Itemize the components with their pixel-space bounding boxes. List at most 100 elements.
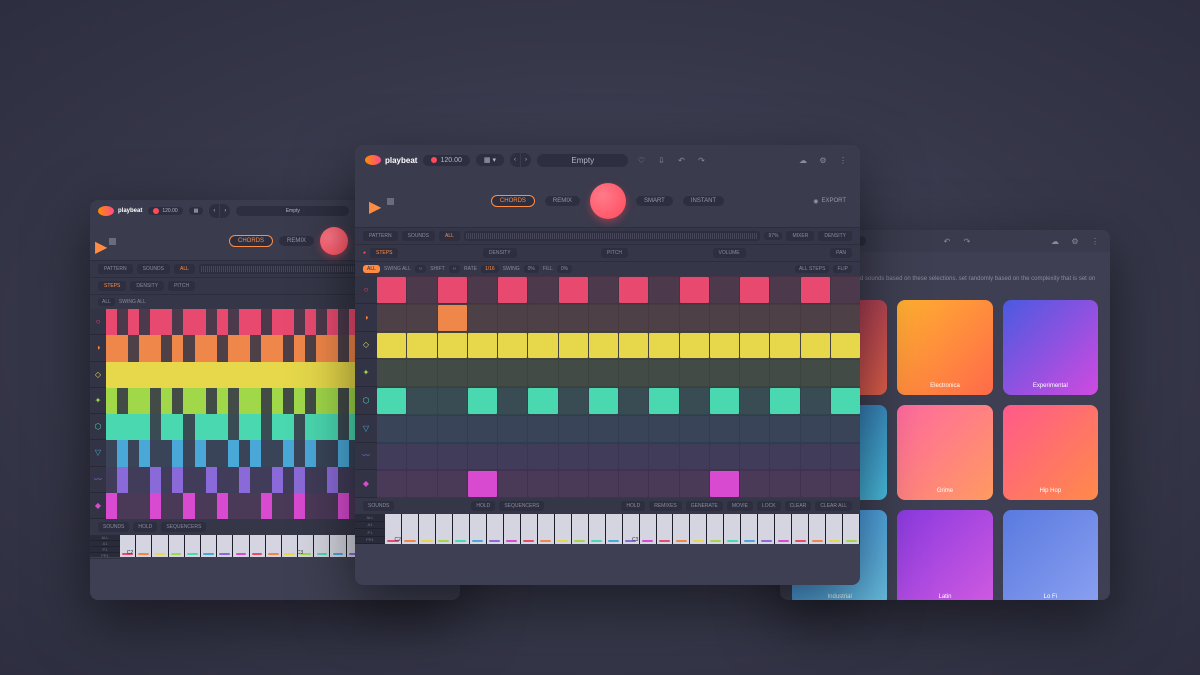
step[interactable] <box>316 362 327 388</box>
step[interactable] <box>283 440 294 466</box>
step[interactable] <box>150 362 161 388</box>
step[interactable] <box>770 471 799 497</box>
piano-key[interactable] <box>282 535 298 557</box>
piano-key[interactable] <box>314 535 330 557</box>
play-button[interactable]: ▶ <box>369 197 377 205</box>
all-steps-button[interactable]: ALL STEPS <box>795 265 830 273</box>
track-icon-2[interactable]: ◇ <box>355 332 377 360</box>
step[interactable] <box>710 444 739 470</box>
keyboard-slot[interactable]: PR1 <box>90 553 120 559</box>
export-button[interactable]: ◉ EXPORT <box>813 198 846 205</box>
step[interactable] <box>128 388 139 414</box>
step[interactable] <box>305 335 316 361</box>
step[interactable] <box>770 360 799 386</box>
piano-key[interactable] <box>606 514 623 544</box>
record-button[interactable] <box>320 227 348 255</box>
step[interactable] <box>261 362 272 388</box>
step[interactable] <box>316 335 327 361</box>
step[interactable] <box>183 309 194 335</box>
remixes-tab[interactable]: REMIXES <box>649 501 682 511</box>
step[interactable] <box>407 360 436 386</box>
sounds-tab[interactable]: SOUNDS <box>98 522 129 532</box>
track-icon-6[interactable]: 〰 <box>355 443 377 471</box>
step[interactable] <box>327 467 338 493</box>
step[interactable] <box>740 277 769 303</box>
track-icon-7[interactable]: ◆ <box>355 470 377 498</box>
step[interactable] <box>217 414 228 440</box>
heart-icon[interactable]: ♡ <box>634 153 648 167</box>
step[interactable] <box>770 388 799 414</box>
step[interactable] <box>740 388 769 414</box>
step[interactable] <box>710 360 739 386</box>
tab-sounds[interactable]: SOUNDS <box>402 231 435 241</box>
step[interactable] <box>801 444 830 470</box>
step[interactable] <box>468 305 497 331</box>
step[interactable] <box>498 360 527 386</box>
step[interactable] <box>305 309 316 335</box>
preset-name[interactable]: Empty <box>236 206 349 216</box>
step[interactable] <box>161 493 172 519</box>
tab-density[interactable]: DENSITY <box>130 281 164 291</box>
keyboard-keys[interactable]: C2C3 <box>385 514 860 544</box>
step[interactable] <box>228 493 239 519</box>
step[interactable] <box>139 388 150 414</box>
step[interactable] <box>106 493 117 519</box>
hold-button[interactable]: HOLD <box>133 522 157 532</box>
step[interactable] <box>283 388 294 414</box>
step[interactable] <box>206 467 217 493</box>
bpm-display[interactable]: 120.00 <box>148 207 182 215</box>
step[interactable] <box>206 440 217 466</box>
piano-key[interactable] <box>487 514 504 544</box>
step[interactable] <box>338 440 349 466</box>
step[interactable] <box>327 388 338 414</box>
lock-button[interactable]: LOCK <box>757 501 781 511</box>
step[interactable] <box>272 467 283 493</box>
piano-key[interactable] <box>470 514 487 544</box>
step[interactable] <box>619 360 648 386</box>
step[interactable] <box>407 305 436 331</box>
track-icon-0[interactable]: ○ <box>90 309 106 335</box>
step[interactable] <box>139 493 150 519</box>
step[interactable] <box>106 309 117 335</box>
step[interactable] <box>261 414 272 440</box>
piano-key[interactable] <box>185 535 201 557</box>
step[interactable] <box>272 440 283 466</box>
step[interactable] <box>128 493 139 519</box>
step[interactable] <box>106 440 117 466</box>
tab-density2[interactable]: DENSITY <box>483 248 517 258</box>
step[interactable] <box>150 467 161 493</box>
tab-pattern[interactable]: PATTERN <box>363 231 398 241</box>
step[interactable] <box>831 277 860 303</box>
step[interactable] <box>294 309 305 335</box>
step[interactable] <box>740 416 769 442</box>
step[interactable] <box>195 493 206 519</box>
piano-key[interactable] <box>572 514 589 544</box>
step[interactable] <box>831 416 860 442</box>
step[interactable] <box>327 414 338 440</box>
step[interactable] <box>831 305 860 331</box>
step[interactable] <box>272 335 283 361</box>
step[interactable] <box>128 362 139 388</box>
step[interactable] <box>498 388 527 414</box>
piano-key[interactable] <box>843 514 860 544</box>
track-icon-4[interactable]: ⬡ <box>90 414 106 440</box>
step[interactable] <box>438 333 467 359</box>
piano-key[interactable] <box>402 514 419 544</box>
step[interactable] <box>183 414 194 440</box>
step[interactable] <box>589 388 618 414</box>
step[interactable] <box>139 414 150 440</box>
track-icon-6[interactable]: 〰 <box>90 467 106 493</box>
step[interactable] <box>559 277 588 303</box>
clear-button[interactable]: CLEAR <box>785 501 812 511</box>
step[interactable] <box>438 305 467 331</box>
step[interactable] <box>128 467 139 493</box>
keyboard[interactable]: ALLA1P1PR1 C2C3 <box>355 514 860 544</box>
track-icon-7[interactable]: ◆ <box>90 493 106 519</box>
step[interactable] <box>272 414 283 440</box>
step[interactable] <box>305 440 316 466</box>
step[interactable] <box>283 335 294 361</box>
step[interactable] <box>468 416 497 442</box>
step[interactable] <box>117 493 128 519</box>
piano-key[interactable] <box>250 535 266 557</box>
step[interactable] <box>649 388 678 414</box>
